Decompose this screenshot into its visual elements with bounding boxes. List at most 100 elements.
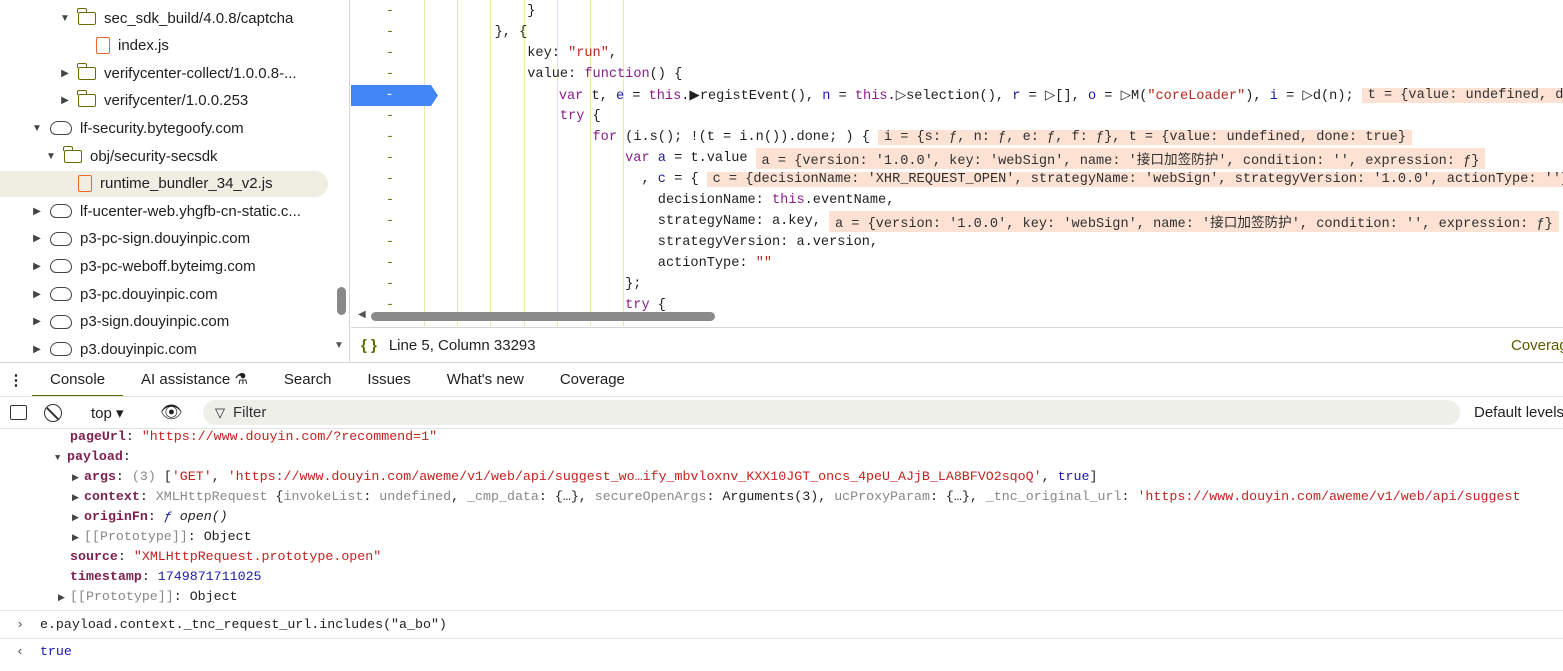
scroll-down-arrow[interactable]: ▼ (334, 340, 344, 351)
code-token: .eventName, (804, 193, 895, 208)
breakpoint-marker[interactable]: - (351, 85, 438, 106)
tree-item[interactable]: ▶ verifycenter-collect/1.0.0.8-... (0, 60, 328, 86)
code-editor[interactable]: - } - }, {- key: "run", - value: function(… (351, 0, 1563, 326)
tree-item[interactable]: ▶ p3-pc-sign.douyinpic.com (0, 226, 328, 252)
code-text: for (i.s(); !(t = i.n()).done; ) { (439, 130, 870, 145)
console-input-line[interactable]: › e.payload.context._tnc_request_url.inc… (16, 615, 447, 635)
code-token: this (772, 193, 805, 208)
scroll-left-arrow[interactable]: ◀ (358, 309, 366, 320)
tab-console[interactable]: Console (32, 363, 124, 397)
chevron-down-icon[interactable]: ▼ (44, 151, 58, 162)
code-token: "coreLoader" (1147, 89, 1246, 104)
line-gutter[interactable]: - (351, 1, 439, 22)
object-prototype[interactable]: ▶ [[Prototype]]: Object (58, 587, 238, 607)
line-gutter[interactable]: - (351, 148, 439, 169)
code-token: value: (462, 67, 585, 82)
code-token: "run" (568, 46, 609, 61)
code-line: - } (351, 1, 1563, 22)
code-token: t, (591, 89, 616, 104)
line-gutter[interactable]: - (351, 274, 439, 295)
tree-item[interactable]: ▶ p3-sign.douyinpic.com (0, 309, 328, 335)
more-menu-icon[interactable]: ⋮ (0, 371, 32, 389)
code-token: () { (649, 67, 683, 82)
chevron-right-icon[interactable]: ▶ (30, 206, 44, 217)
object-property-context[interactable]: ▶ context: XMLHttpRequest {invokeList: un… (72, 487, 1520, 507)
line-gutter[interactable]: - (351, 43, 439, 64)
inline-value-annotation: c = {decisionName: 'XHR_REQUEST_OPEN', s… (706, 172, 1563, 187)
editor-horizontal-scrollbar[interactable] (371, 312, 715, 321)
log-levels-dropdown[interactable]: Default levels (1474, 404, 1563, 421)
tree-item[interactable]: ▼ obj/security-secsdk (0, 143, 328, 169)
tab-search[interactable]: Search (266, 363, 350, 397)
tree-item[interactable]: ▶ verifycenter/1.0.0.253 (0, 88, 328, 114)
tree-item-label: p3.douyinpic.com (80, 340, 197, 358)
object-property-source: source: "XMLHttpRequest.prototype.open" (70, 549, 382, 564)
tree-item[interactable]: ▶ p3-pc.douyinpic.com (0, 281, 328, 307)
tree-item[interactable]: ▼ lf-security.bytegoofy.com (0, 115, 328, 141)
line-gutter[interactable]: - (351, 169, 439, 190)
line-gutter[interactable]: - (351, 211, 439, 232)
tree-item[interactable]: index.js (0, 33, 328, 59)
code-token: }; (462, 277, 642, 292)
object-prototype[interactable]: ▶ [[Prototype]]: Object (72, 527, 252, 547)
live-expression-eye-icon[interactable]: 👁 (160, 402, 183, 423)
code-line: - var t, e = this.▶registEvent(), n = th… (351, 85, 1563, 106)
code-token: try (462, 298, 650, 313)
code-token: this (854, 89, 888, 104)
line-gutter[interactable]: - (351, 190, 439, 211)
line-gutter[interactable]: - (351, 232, 439, 253)
chevron-right-icon[interactable]: ▶ (30, 344, 44, 355)
object-property-args[interactable]: ▶ args: (3) ['GET', 'https://www.douyin.c… (72, 467, 1097, 487)
code-token: function (584, 67, 650, 82)
chevron-right-icon[interactable]: ▶ (58, 68, 72, 79)
line-gutter[interactable]: - (351, 64, 439, 85)
object-property-originfn[interactable]: ▶ originFn: ƒ open() (72, 507, 228, 527)
tab-whats-new[interactable]: What's new (429, 363, 542, 397)
context-select[interactable]: top ▾ (91, 404, 124, 422)
code-token: } (462, 4, 536, 19)
tree-item[interactable]: ▼ sec_sdk_build/4.0.8/captcha (0, 5, 328, 31)
cursor-position: Line 5, Column 33293 (388, 336, 536, 354)
code-token: this (648, 89, 682, 104)
code-line: - strategyVersion: a.version, (351, 232, 1563, 253)
chevron-down-icon[interactable]: ▼ (58, 13, 72, 24)
tree-item-label: lf-ucenter-web.yhgfb-cn-static.c... (80, 202, 301, 220)
cloud-icon (50, 287, 72, 301)
tree-item-label: p3-pc.douyinpic.com (80, 285, 218, 303)
chevron-down-icon[interactable]: ▼ (30, 123, 44, 134)
code-token: ), (1245, 89, 1270, 104)
code-text: value: function() { (439, 67, 682, 82)
tree-item[interactable]: runtime_bundler_34_v2.js (0, 170, 328, 197)
navigator-scrollbar[interactable] (337, 287, 346, 315)
sidebar-toggle-icon[interactable] (10, 405, 27, 420)
chevron-right-icon[interactable]: ▶ (30, 261, 44, 272)
pretty-print-icon[interactable]: { } (361, 337, 377, 354)
tree-item-label: runtime_bundler_34_v2.js (100, 175, 273, 193)
chevron-right-icon[interactable]: ▶ (30, 316, 44, 327)
chevron-right-icon[interactable]: ▶ (30, 289, 44, 300)
inline-value-annotation: a = {version: '1.0.0', key: 'webSign', n… (755, 148, 1486, 169)
clear-console-icon[interactable] (44, 403, 62, 422)
filter-placeholder: Filter (233, 404, 267, 421)
code-text: strategyName: a.key, (439, 214, 821, 229)
filter-input[interactable]: ▽ Filter (203, 400, 1460, 425)
tab-ai-assistance[interactable]: AI assistance ⚗ (123, 363, 266, 397)
inline-value-annotation: i = {s: ƒ, n: ƒ, e: ƒ, f: ƒ}, t = {value… (877, 130, 1412, 145)
chevron-right-icon[interactable]: ▶ (30, 233, 44, 244)
code-line: - decisionName: this.eventName, (351, 190, 1563, 211)
line-gutter[interactable]: - (351, 253, 439, 274)
tree-item[interactable]: ▶ p3.douyinpic.com (0, 336, 328, 362)
tree-item-label: obj/security-secsdk (90, 147, 218, 165)
tab-issues[interactable]: Issues (349, 363, 428, 397)
line-gutter[interactable]: - (351, 22, 439, 43)
line-gutter[interactable]: - (351, 106, 439, 127)
tree-item[interactable]: ▶ p3-pc-weboff.byteimg.com (0, 253, 328, 279)
code-line: - actionType: "" (351, 253, 1563, 274)
inline-value-annotation: a = {version: '1.0.0', key: 'webSign', n… (828, 211, 1559, 232)
object-property-payload[interactable]: ▼ payload: (55, 447, 131, 467)
tab-coverage[interactable]: Coverage (542, 363, 643, 397)
code-token: var (462, 151, 658, 166)
tree-item[interactable]: ▶ lf-ucenter-web.yhgfb-cn-static.c... (0, 198, 328, 224)
chevron-right-icon[interactable]: ▶ (58, 95, 72, 106)
line-gutter[interactable]: - (351, 127, 439, 148)
